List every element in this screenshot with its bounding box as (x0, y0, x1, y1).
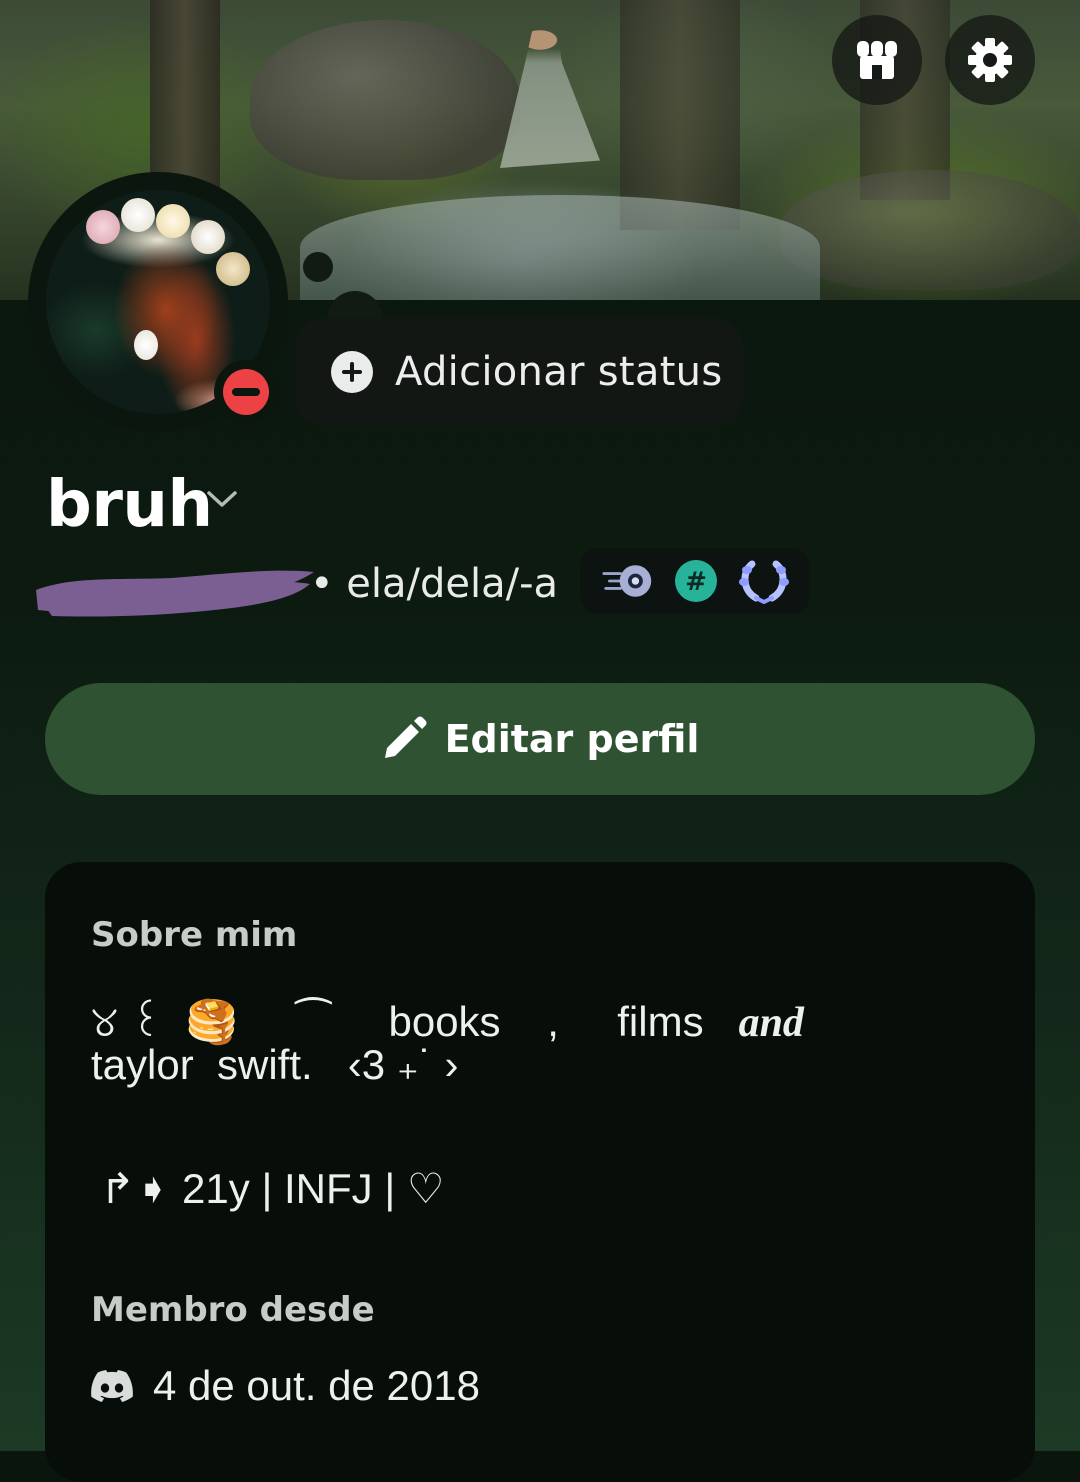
add-status-button[interactable]: Adicionar status (295, 318, 743, 426)
speed-badge-icon[interactable] (602, 555, 654, 607)
pencil-icon (384, 716, 427, 758)
bio-line: ↱➧ 21y | INFJ | ♡ (100, 1165, 445, 1212)
bubble-dot (303, 252, 333, 282)
laurel-badge-icon[interactable] (738, 555, 790, 607)
banner-rock (250, 20, 520, 180)
avatar-flower (134, 330, 158, 360)
about-title: Sobre mim (91, 915, 298, 955)
shop-button[interactable] (832, 15, 922, 105)
shop-icon (857, 41, 897, 79)
edit-profile-label: Editar perfil (444, 717, 700, 761)
pronouns: • ela/dela/-a (310, 561, 559, 607)
add-status-label: Adicionar status (395, 349, 723, 395)
gear-icon (968, 38, 1012, 82)
banner-water (300, 195, 820, 300)
avatar-flower (191, 220, 225, 254)
bio-text: ୪ ꒰ 🥞 ⁀ books , films (91, 998, 739, 1045)
bio-line: ୪ ꒰ 🥞 ⁀ books , films and (91, 992, 804, 1047)
member-since-date: 4 de out. de 2018 (153, 1362, 480, 1409)
avatar-flower (156, 204, 190, 238)
chevron-down-icon[interactable] (205, 488, 239, 510)
discord-icon (91, 1370, 133, 1402)
svg-text:#: # (685, 567, 707, 597)
member-since-row: 4 de out. de 2018 (91, 1362, 480, 1410)
display-name: bruh (46, 468, 213, 542)
avatar-flower (121, 198, 155, 232)
plus-circle-icon (331, 351, 373, 393)
banner-tree (620, 0, 740, 230)
avatar-flower (216, 252, 250, 286)
do-not-disturb-icon (223, 369, 269, 415)
member-since-title: Membro desde (91, 1290, 375, 1330)
edit-profile-button[interactable]: Editar perfil (45, 683, 1035, 795)
redacted-username (36, 570, 314, 617)
settings-button[interactable] (945, 15, 1035, 105)
bio-line: taylor swift. ‹3 ₊˙ › (91, 1041, 459, 1088)
bio-text-and: and (738, 1000, 804, 1046)
banner-rock (780, 170, 1080, 290)
avatar-flower (86, 210, 120, 244)
badge-list: # (580, 548, 810, 614)
hashtag-badge-icon[interactable]: # (670, 555, 722, 607)
status-indicator (214, 360, 278, 424)
